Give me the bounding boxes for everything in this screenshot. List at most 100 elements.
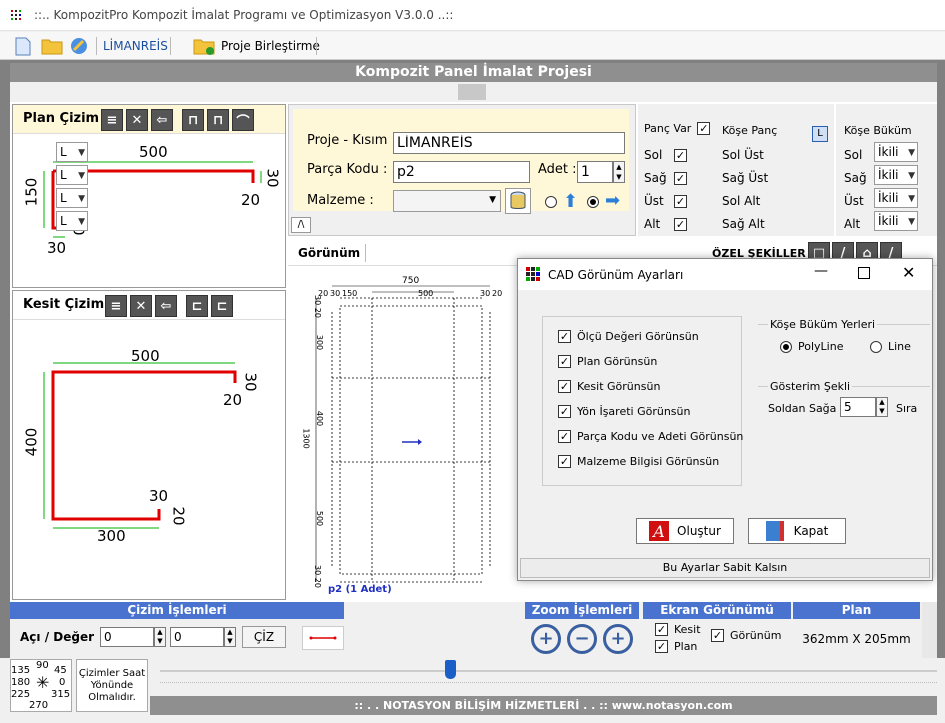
panc-checkbox[interactable]: ✓ <box>697 122 711 135</box>
option-plan-label: Plan Görünsün <box>577 355 658 368</box>
horizontal-scrollbar[interactable] <box>10 82 937 102</box>
shape-double-c-icon[interactable]: ⊏ <box>211 295 233 317</box>
plan-size-value: 362mm X 205mm <box>802 632 911 646</box>
kose-panc-sol-ust-select[interactable]: L ▼ <box>56 142 88 162</box>
direction-radio-up[interactable] <box>545 196 557 208</box>
display-count-input[interactable] <box>840 397 876 417</box>
kose-bukum-sag-select[interactable]: İkili ▼ <box>874 165 918 185</box>
kose-bukum-ust-select[interactable]: İkili ▼ <box>874 188 918 208</box>
option-dimension-checkbox[interactable]: ✓ <box>558 330 571 343</box>
option-dimension-label: Ölçü Değeri Görünsün <box>577 330 699 343</box>
close-dialog-button[interactable]: Kapat <box>748 518 846 544</box>
shape-u-icon[interactable]: ⊓ <box>182 109 204 131</box>
qty-input[interactable] <box>577 161 613 183</box>
new-file-button[interactable] <box>12 35 34 57</box>
undo-icon[interactable]: ⇦ <box>155 295 177 317</box>
zoom-fit-icon[interactable]: + <box>603 623 633 654</box>
maximize-icon[interactable] <box>858 267 870 279</box>
angle-90: 90 <box>36 660 49 671</box>
shape-arc-icon[interactable]: ⌒ <box>232 109 254 131</box>
zoom-in-icon[interactable]: + <box>531 623 561 654</box>
merge-project-button[interactable]: Proje Birleştirme <box>193 35 320 57</box>
ekran-plan-checkbox[interactable]: ✓ <box>655 640 668 653</box>
ekran-gorunum-label: Görünüm <box>730 629 782 642</box>
cad-drawing-area[interactable]: 750 20 30 150 500 30 20 30 20 1300 300 4… <box>290 268 516 600</box>
slider-track[interactable] <box>160 670 937 672</box>
kesit-dim-left: 400 <box>22 427 41 457</box>
plan-dim-bottom: 30 <box>47 239 67 257</box>
kose-panc-sag-alt-select[interactable]: L ▼ <box>56 211 88 231</box>
bottom-empty <box>346 602 524 658</box>
plan-size-title: Plan <box>793 602 920 619</box>
option-direction-checkbox[interactable]: ✓ <box>558 405 571 418</box>
direction-radio-right[interactable] <box>587 196 599 208</box>
project-input[interactable] <box>393 132 625 154</box>
collapse-button[interactable]: /\ <box>291 217 311 233</box>
angle-270: 270 <box>29 700 49 711</box>
exit-icon <box>765 521 784 541</box>
panc-alt-checkbox[interactable]: ✓ <box>674 218 687 231</box>
panc-ust-checkbox[interactable]: ✓ <box>674 195 687 208</box>
part-code-input[interactable] <box>393 161 530 183</box>
bottom-scrollbar[interactable] <box>922 602 937 658</box>
line-preview-icon <box>309 636 337 640</box>
close-icon[interactable]: ✕ <box>902 263 915 282</box>
page-title: Kompozit Panel İmalat Projesi <box>10 63 937 82</box>
kose-panc-badge[interactable]: L <box>812 126 828 142</box>
window-title: ::.. KompozitPro Kompozit İmalat Program… <box>34 8 454 22</box>
list-icon[interactable]: ≡ <box>101 109 123 131</box>
delete-icon[interactable]: ✕ <box>126 109 148 131</box>
fixed-settings-button[interactable]: Bu Ayarlar Sabit Kalsın <box>520 558 930 578</box>
scrollbar-thumb[interactable] <box>458 84 486 100</box>
kesit-panel-header: Kesit Çizim ≡ ✕ ⇦ ⊏ ⊏ <box>13 291 285 320</box>
database-button[interactable] <box>505 188 531 214</box>
value-stepper[interactable]: ▲ ▼ <box>224 627 236 647</box>
ekran-gorunum-checkbox[interactable]: ✓ <box>711 629 724 642</box>
minimize-icon[interactable]: — <box>814 263 828 279</box>
kose-bukum-sol-select[interactable]: İkili ▼ <box>874 142 918 162</box>
option-partcode-checkbox[interactable]: ✓ <box>558 430 571 443</box>
option-material-checkbox[interactable]: ✓ <box>558 455 571 468</box>
angle-stepper[interactable]: ▲ ▼ <box>154 627 166 647</box>
panc-sol-checkbox[interactable]: ✓ <box>674 149 687 162</box>
panc-item-sol: Sol <box>644 148 663 162</box>
kose-bukum-alt-select[interactable]: İkili ▼ <box>874 211 918 231</box>
create-button[interactable]: A Oluştur <box>636 518 734 544</box>
option-kesit-checkbox[interactable]: ✓ <box>558 380 571 393</box>
settings-button[interactable] <box>68 35 90 57</box>
list-icon[interactable]: ≡ <box>105 295 127 317</box>
dialog-body: ✓ Ölçü Değeri Görünsün ✓ Plan Görünsün ✓ Ke… <box>518 290 932 580</box>
merge-project-label: Proje Birleştirme <box>221 39 320 53</box>
display-count-stepper[interactable]: ▲ ▼ <box>876 397 888 417</box>
gorunum-title: Görünüm <box>298 246 361 260</box>
create-label: Oluştur <box>677 524 721 538</box>
cad-settings-dialog: CAD Görünüm Ayarları — ✕ ✓ Ölçü Değeri Gö… <box>517 258 933 581</box>
slider-thumb[interactable] <box>445 660 456 679</box>
kose-bukum-title: Köşe Büküm <box>844 124 912 137</box>
option-plan-checkbox[interactable]: ✓ <box>558 355 571 368</box>
plan-dim-right-sub: 20 <box>241 191 261 209</box>
delete-icon[interactable]: ✕ <box>130 295 152 317</box>
database-icon <box>510 191 526 209</box>
angle-input[interactable] <box>100 627 154 647</box>
open-folder-button[interactable] <box>40 35 64 57</box>
project-name-button[interactable]: LİMANREİS <box>103 35 168 57</box>
ekran-title: Ekran Görünümü <box>643 602 791 619</box>
bend-polyline-radio[interactable] <box>780 340 792 353</box>
qty-stepper[interactable]: ▲ ▼ <box>613 161 625 183</box>
zoom-group: + − + <box>525 619 639 658</box>
value-input[interactable] <box>170 627 224 647</box>
draw-button[interactable]: ÇİZ <box>242 626 286 648</box>
app-icon <box>10 9 22 21</box>
shape-double-u-icon[interactable]: ⊓ <box>207 109 229 131</box>
bend-line-radio[interactable] <box>870 340 882 353</box>
material-select[interactable]: ▼ <box>393 190 501 212</box>
undo-icon[interactable]: ⇦ <box>151 109 173 131</box>
kose-panc-sag-ust-select[interactable]: L ▼ <box>56 165 88 185</box>
panc-sag-checkbox[interactable]: ✓ <box>674 172 687 185</box>
ekran-kesit-checkbox[interactable]: ✓ <box>655 623 668 636</box>
new-file-icon <box>15 37 31 55</box>
shape-c-icon[interactable]: ⊏ <box>186 295 208 317</box>
kose-panc-sol-alt-select[interactable]: L ▼ <box>56 188 88 208</box>
zoom-out-icon[interactable]: − <box>567 623 597 654</box>
